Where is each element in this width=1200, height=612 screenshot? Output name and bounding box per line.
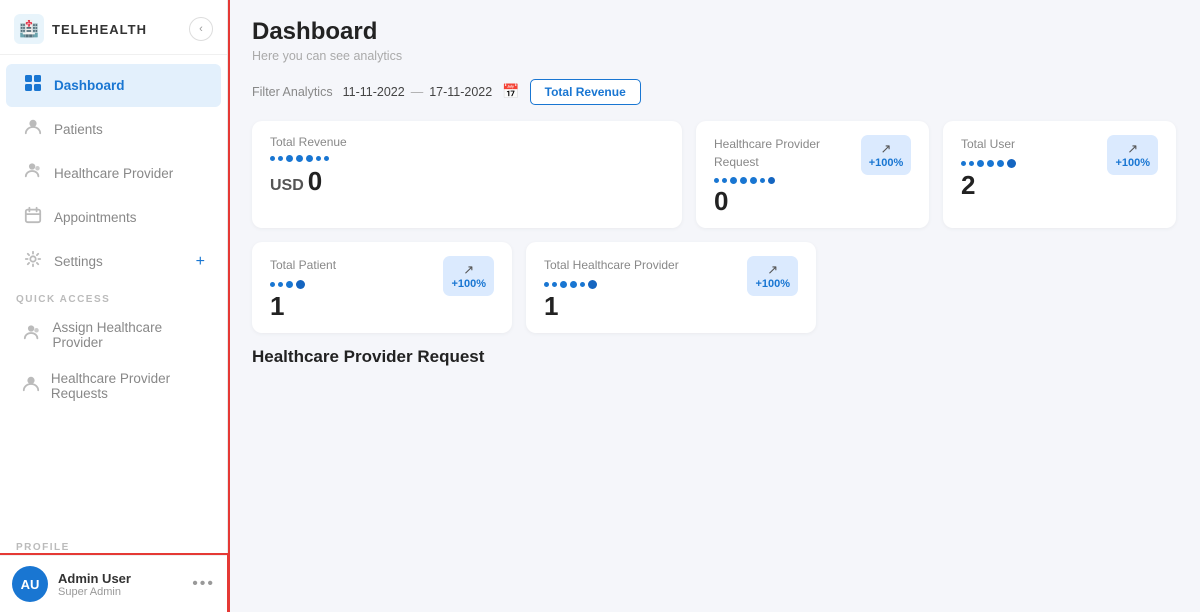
- sidebar-item-provider-requests[interactable]: Healthcare Provider Requests: [6, 361, 221, 411]
- usd-prefix: USD: [270, 177, 304, 194]
- settings-plus-icon[interactable]: +: [196, 253, 205, 271]
- healthcare-badge: ↗ +100%: [747, 256, 798, 296]
- quick-access-label: QUICK ACCESS: [0, 284, 227, 309]
- stat-total-patient: Total Patient 1 ↗ +100%: [252, 242, 512, 333]
- profile-inner: AU Admin User Super Admin •••: [12, 566, 215, 602]
- bottom-section-title: Healthcare Provider Request: [252, 347, 1176, 367]
- page-subtitle: Here you can see analytics: [252, 49, 1176, 63]
- profile-role: Super Admin: [58, 586, 182, 598]
- provider-request-left: Healthcare Provider Request 0: [714, 135, 861, 214]
- healthcare-pct: +100%: [755, 278, 790, 290]
- stat-total-user: Total User 2 ↗ +100%: [943, 121, 1176, 228]
- total-revenue-button[interactable]: Total Revenue: [530, 79, 641, 105]
- up-arrow-user-icon: ↗: [1127, 141, 1138, 157]
- total-patient-inner: Total Patient 1 ↗ +100%: [270, 256, 494, 319]
- sidebar-item-healthcare-provider[interactable]: Healthcare Provider: [6, 152, 221, 195]
- provider-request-pct: +100%: [869, 157, 904, 169]
- stats-row-1: Total Revenue USD0 Healthcare Provider R…: [252, 121, 1176, 228]
- stat-patient-value: 1: [270, 293, 336, 319]
- sidebar: 🏥 TELEHEALTH ‹ Dashboard Patients Health…: [0, 0, 228, 612]
- healthcare-provider-icon: [22, 162, 44, 185]
- user-pct: +100%: [1115, 157, 1150, 169]
- stat-total-revenue: Total Revenue USD0: [252, 121, 682, 228]
- stat-provider-request-value: 0: [714, 188, 861, 214]
- stat-user-value: 2: [961, 172, 1016, 198]
- stat-patient-label: Total Patient: [270, 258, 336, 272]
- patient-pct: +100%: [451, 278, 486, 290]
- sidebar-item-appointments[interactable]: Appointments: [6, 196, 221, 239]
- total-healthcare-inner: Total Healthcare Provider 1 ↗ +100%: [544, 256, 798, 319]
- collapse-button[interactable]: ‹: [189, 17, 213, 41]
- sidebar-item-settings[interactable]: Settings +: [6, 240, 221, 283]
- sidebar-item-dashboard[interactable]: Dashboard: [6, 64, 221, 107]
- avatar: AU: [12, 566, 48, 602]
- stat-provider-request-label: Healthcare Provider Request: [714, 137, 820, 169]
- sidebar-item-dashboard-label: Dashboard: [54, 78, 125, 93]
- provider-requests-icon: [22, 375, 41, 398]
- provider-request-inner: Healthcare Provider Request 0 ↗ +100%: [714, 135, 911, 214]
- profile-info: Admin User Super Admin: [58, 571, 182, 598]
- brand-name: TELEHEALTH: [52, 22, 147, 37]
- stats-row-2: Total Patient 1 ↗ +100% Total Healthcare…: [252, 242, 1176, 333]
- sidebar-item-settings-label: Settings: [54, 254, 103, 269]
- revenue-dot-chart: [270, 155, 329, 162]
- patients-icon: [22, 118, 44, 141]
- date-range: 11-11-2022 — 17-11-2022: [343, 85, 493, 99]
- filter-label: Filter Analytics: [252, 85, 333, 99]
- spacer: [830, 242, 1176, 333]
- filter-row: Filter Analytics 11-11-2022 — 17-11-2022…: [252, 79, 1176, 105]
- stat-provider-request: Healthcare Provider Request 0 ↗ +100%: [696, 121, 929, 228]
- profile-section-label: PROFILE: [0, 536, 227, 555]
- total-patient-left: Total Patient 1: [270, 256, 336, 319]
- sidebar-profile: AU Admin User Super Admin •••: [0, 555, 227, 612]
- stat-healthcare-label: Total Healthcare Provider: [544, 258, 679, 272]
- up-arrow-patient-icon: ↗: [463, 262, 474, 278]
- appointments-icon: [22, 206, 44, 229]
- up-arrow-icon: ↗: [881, 141, 892, 157]
- settings-icon: [22, 250, 44, 273]
- total-healthcare-left: Total Healthcare Provider 1: [544, 256, 679, 319]
- sidebar-item-appointments-label: Appointments: [54, 210, 137, 225]
- sidebar-item-patients-label: Patients: [54, 122, 103, 137]
- profile-name: Admin User: [58, 571, 182, 586]
- sidebar-item-requests-label: Healthcare Provider Requests: [51, 371, 205, 401]
- sidebar-item-assign-label: Assign Healthcare Provider: [53, 320, 205, 350]
- date-separator: —: [411, 85, 424, 99]
- sidebar-item-healthcare-label: Healthcare Provider: [54, 166, 173, 181]
- total-user-inner: Total User 2 ↗ +100%: [961, 135, 1158, 198]
- sidebar-item-assign-provider[interactable]: Assign Healthcare Provider: [6, 310, 221, 360]
- stat-revenue-value: USD0: [270, 168, 664, 194]
- stat-user-label: Total User: [961, 137, 1015, 151]
- main-content: Dashboard Here you can see analytics Fil…: [228, 0, 1200, 612]
- up-arrow-healthcare-icon: ↗: [767, 262, 778, 278]
- assign-provider-icon: [22, 324, 43, 347]
- sidebar-nav: Dashboard Patients Healthcare Provider A…: [0, 55, 227, 536]
- total-user-left: Total User 2: [961, 135, 1016, 198]
- stat-healthcare-value: 1: [544, 293, 679, 319]
- provider-request-badge: ↗ +100%: [861, 135, 911, 175]
- logo-icon: 🏥: [14, 14, 44, 44]
- date-end: 17-11-2022: [429, 85, 492, 99]
- sidebar-item-patients[interactable]: Patients: [6, 108, 221, 151]
- stat-total-healthcare: Total Healthcare Provider 1 ↗ +100%: [526, 242, 816, 333]
- sidebar-logo: 🏥 TELEHEALTH ‹: [0, 0, 227, 55]
- user-badge: ↗ +100%: [1107, 135, 1158, 175]
- dashboard-icon: [22, 74, 44, 97]
- page-title: Dashboard: [252, 18, 1176, 47]
- date-start: 11-11-2022: [343, 85, 405, 99]
- profile-menu-dots[interactable]: •••: [192, 575, 215, 593]
- patient-badge: ↗ +100%: [443, 256, 494, 296]
- calendar-icon[interactable]: 📅: [502, 83, 519, 100]
- logo-inner: 🏥 TELEHEALTH: [14, 14, 147, 44]
- stat-revenue-label: Total Revenue: [270, 135, 664, 149]
